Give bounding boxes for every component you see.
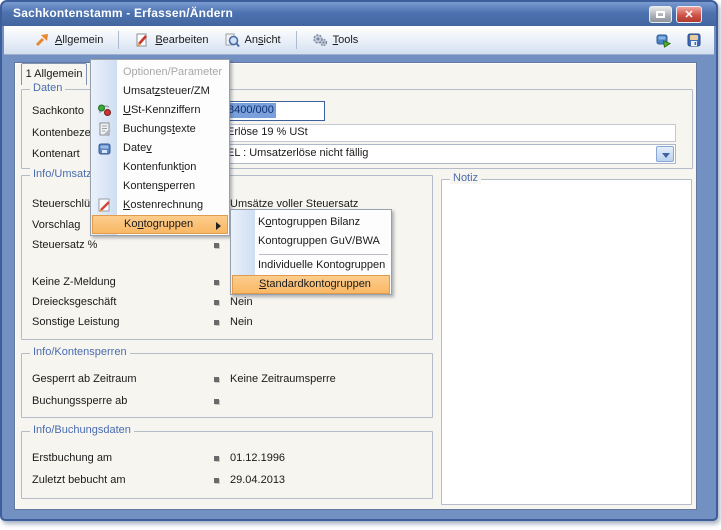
maximize-icon bbox=[656, 11, 665, 18]
sachkonto-input[interactable]: 8400/000 bbox=[218, 101, 325, 121]
row-value: Keine Zeitraumsperre bbox=[230, 373, 336, 385]
row-value: 01.12.1996 bbox=[230, 452, 285, 464]
kontenart-value: EL : Umsatzerlöse nicht fällig bbox=[227, 147, 368, 159]
app-window: Sachkontenstamm - Erfassen/Ändern ✕ Allg… bbox=[0, 0, 718, 521]
ansicht-magnifier-icon bbox=[224, 32, 240, 48]
value-bullet bbox=[214, 377, 219, 382]
menu-item-ust-kennziffern[interactable]: USt-Kennziffern bbox=[92, 101, 228, 120]
toolbar-separator bbox=[118, 31, 119, 49]
menu-item-buchungstexte[interactable]: Buchungstexte bbox=[92, 120, 228, 139]
maximize-button[interactable] bbox=[649, 6, 672, 23]
chevron-down-icon bbox=[662, 153, 670, 158]
menu-allgemein[interactable]: Allgemein bbox=[30, 30, 107, 50]
kontenart-label: Kontenart bbox=[32, 148, 80, 160]
toolbar: Allgemein Bearbeiten Ansicht Tool bbox=[4, 26, 714, 55]
title-bar[interactable]: Sachkontenstamm - Erfassen/Ändern ✕ bbox=[2, 2, 716, 26]
sachkonto-value: 8400/000 bbox=[227, 103, 276, 118]
screenshot: Sachkontenstamm - Erfassen/Ändern ✕ Allg… bbox=[0, 0, 721, 530]
save-button[interactable] bbox=[682, 30, 706, 50]
value-bullet bbox=[214, 280, 219, 285]
info-buchungsdaten-legend: Info/Buchungsdaten bbox=[30, 424, 134, 436]
datev-icon bbox=[96, 140, 113, 157]
menu-item-kontogruppen[interactable]: Kontogruppen bbox=[92, 215, 228, 234]
menu-allgemein-label: Allgemein bbox=[55, 34, 103, 46]
row-label: Zuletzt bebucht am bbox=[32, 474, 126, 486]
menu-item-kontenfunktion[interactable]: Kontenfunktion bbox=[92, 158, 228, 177]
value-bullet bbox=[214, 456, 219, 461]
daten-legend: Daten bbox=[30, 82, 65, 94]
info-buchungsdaten-fieldset: Info/Buchungsdaten Erstbuchung am 01.12.… bbox=[21, 431, 433, 499]
submenu-item-kontogruppen-bilanz[interactable]: Kontogruppen Bilanz bbox=[232, 213, 390, 232]
row-label: Vorschlag bbox=[32, 219, 80, 231]
window-title: Sachkontenstamm - Erfassen/Ändern bbox=[13, 6, 233, 20]
menu-item-kostenrechnung[interactable]: Kostenrechnung bbox=[92, 196, 228, 215]
export-package-icon bbox=[655, 32, 671, 48]
tools-gears-icon bbox=[312, 32, 328, 48]
submenu-item-standardkontogruppen[interactable]: Standardkontogruppen bbox=[232, 275, 390, 294]
row-label: Sonstige Leistung bbox=[32, 316, 119, 328]
menu-tools[interactable]: Tools bbox=[308, 30, 363, 50]
row-label: Gesperrt ab Zeitraum bbox=[32, 373, 137, 385]
value-bullet bbox=[214, 399, 219, 404]
toolbar-separator bbox=[296, 31, 297, 49]
notiz-fieldset: Notiz bbox=[441, 179, 692, 505]
row-value: Nein bbox=[230, 296, 253, 308]
notiz-legend: Notiz bbox=[450, 172, 481, 184]
row-label: Buchungssperre ab bbox=[32, 395, 127, 407]
menu-ansicht-label: Ansicht bbox=[245, 34, 281, 46]
menu-item-datev[interactable]: Datev bbox=[92, 139, 228, 158]
submenu-item-individuelle-kontogruppen[interactable]: Individuelle Kontogruppen bbox=[232, 256, 390, 275]
bearbeiten-dropdown-menu: Optionen/Parameter Umsatzsteuer/ZM USt-K… bbox=[90, 59, 230, 236]
close-icon: ✕ bbox=[677, 8, 701, 21]
kontogruppen-submenu: Kontogruppen Bilanz Kontogruppen GuV/BWA… bbox=[230, 209, 392, 295]
kostenrechnung-icon bbox=[96, 197, 113, 214]
menu-item-kontensperren[interactable]: Kontensperren bbox=[92, 177, 228, 196]
bearbeiten-icon bbox=[134, 32, 150, 48]
allgemein-arrow-icon bbox=[34, 32, 50, 48]
export-button[interactable] bbox=[651, 30, 675, 50]
submenu-item-kontogruppen-guv-bwa[interactable]: Kontogruppen GuV/BWA bbox=[232, 232, 390, 251]
value-bullet bbox=[214, 243, 219, 248]
row-value: 29.04.2013 bbox=[230, 474, 285, 486]
menu-tools-label: Tools bbox=[333, 34, 359, 46]
menu-item-umsatzsteuer-zm[interactable]: Umsatzsteuer/ZM bbox=[92, 82, 228, 101]
value-bullet bbox=[214, 300, 219, 305]
kontenbezeichnung-input[interactable]: Erlöse 19 % USt bbox=[218, 124, 676, 142]
save-floppy-icon bbox=[686, 32, 702, 48]
kontenart-combobox[interactable]: EL : Umsatzerlöse nicht fällig bbox=[218, 144, 676, 164]
row-label: Dreiecksgeschäft bbox=[32, 296, 116, 308]
value-bullet bbox=[214, 478, 219, 483]
info-kontensperren-fieldset: Info/Kontensperren Gesperrt ab Zeitraum … bbox=[21, 353, 433, 418]
close-button[interactable]: ✕ bbox=[676, 6, 702, 23]
submenu-arrow-icon bbox=[216, 222, 221, 230]
row-label: Steuersatz % bbox=[32, 239, 97, 251]
kontenart-dropdown-button[interactable] bbox=[656, 146, 674, 162]
value-bullet bbox=[214, 320, 219, 325]
row-label: Erstbuchung am bbox=[32, 452, 112, 464]
menu-ansicht[interactable]: Ansicht bbox=[220, 30, 285, 50]
menu-item-optionen-parameter: Optionen/Parameter bbox=[92, 63, 228, 82]
row-label: Keine Z-Meldung bbox=[32, 276, 116, 288]
notiz-textarea[interactable] bbox=[446, 186, 687, 500]
row-value: Nein bbox=[230, 316, 253, 328]
ust-kennziffern-icon bbox=[96, 102, 113, 119]
buchungstexte-icon bbox=[96, 121, 113, 138]
submenu-separator bbox=[259, 254, 388, 255]
info-kontensperren-legend: Info/Kontensperren bbox=[30, 346, 130, 358]
menu-bearbeiten-label: Bearbeiten bbox=[155, 34, 208, 46]
sachkonto-label: Sachkonto bbox=[32, 105, 84, 117]
menu-bearbeiten[interactable]: Bearbeiten bbox=[130, 30, 212, 50]
